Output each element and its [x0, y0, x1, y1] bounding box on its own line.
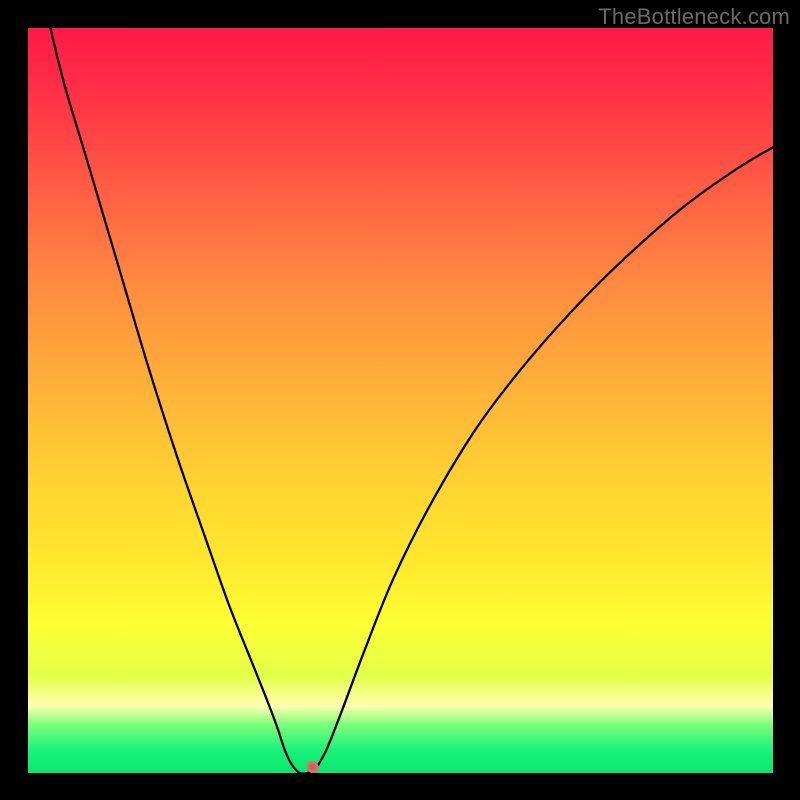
plot-area — [28, 28, 773, 773]
chart-svg — [28, 28, 773, 773]
optimum-marker-inner — [309, 764, 316, 771]
gradient-background — [28, 28, 773, 773]
watermark-text: TheBottleneck.com — [598, 4, 790, 30]
chart-frame: TheBottleneck.com — [0, 0, 800, 800]
